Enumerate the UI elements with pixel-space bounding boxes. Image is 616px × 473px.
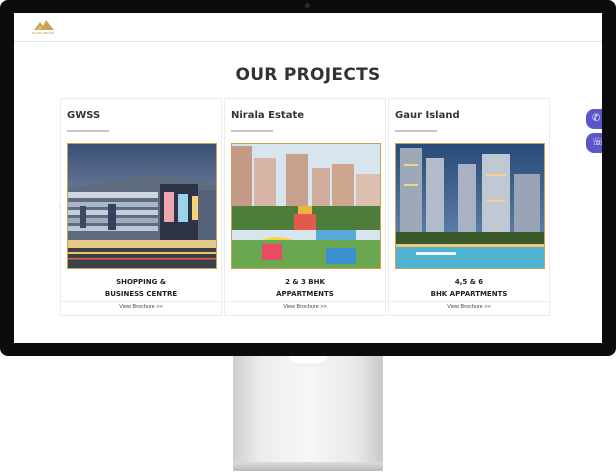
phone-icon: ☏ xyxy=(592,137,602,148)
title-underline xyxy=(395,130,437,132)
card-divider xyxy=(225,301,385,302)
whatsapp-icon: ✆ xyxy=(592,113,601,124)
section-title: OUR PROJECTS xyxy=(235,65,381,85)
monitor-stand-foot xyxy=(233,462,383,471)
logo-text: GAUR GROUP xyxy=(32,31,55,35)
screen: GAUR GROUP OUR PROJECTS ‹ › GWSS xyxy=(14,13,602,343)
project-card-nirala-estate[interactable]: Nirala Estate 2 & 3 BHK APPARTMENTS View… xyxy=(224,98,386,316)
project-image-gaur-island[interactable] xyxy=(395,143,545,269)
monitor-stand-neck xyxy=(233,352,383,464)
project-card-gaur-island[interactable]: Gaur Island 4,5 & 6 BHK APPARTMENTS View… xyxy=(388,98,550,316)
card-divider xyxy=(389,301,549,302)
project-image-gwss[interactable] xyxy=(67,143,217,269)
project-description: SHOPPING & BUSINESS CENTRE xyxy=(104,278,178,298)
monitor-bezel: GAUR GROUP OUR PROJECTS ‹ › GWSS xyxy=(0,0,616,356)
card-divider xyxy=(61,301,221,302)
site-header: GAUR GROUP xyxy=(14,13,602,42)
view-brochure-link[interactable]: View Brochure >> xyxy=(225,304,385,310)
project-card-gwss[interactable]: GWSS SHOPPING & BUSINESS CENTRE View Bro… xyxy=(60,98,222,316)
view-brochure-link[interactable]: View Brochure >> xyxy=(61,304,221,310)
title-underline xyxy=(231,130,273,132)
project-description: 2 & 3 BHK APPARTMENTS xyxy=(276,278,334,298)
project-title: GWSS xyxy=(67,110,101,121)
project-title: Nirala Estate xyxy=(231,110,305,121)
phone-button[interactable]: ☏ xyxy=(586,133,602,153)
title-underline xyxy=(67,130,109,132)
view-brochure-link[interactable]: View Brochure >> xyxy=(389,304,549,310)
whatsapp-button[interactable]: ✆ xyxy=(586,109,602,129)
project-description: 4,5 & 6 BHK APPARTMENTS xyxy=(430,278,508,298)
camera-icon xyxy=(305,3,310,8)
project-image-nirala-estate[interactable] xyxy=(231,143,381,269)
project-title: Gaur Island xyxy=(395,110,460,121)
